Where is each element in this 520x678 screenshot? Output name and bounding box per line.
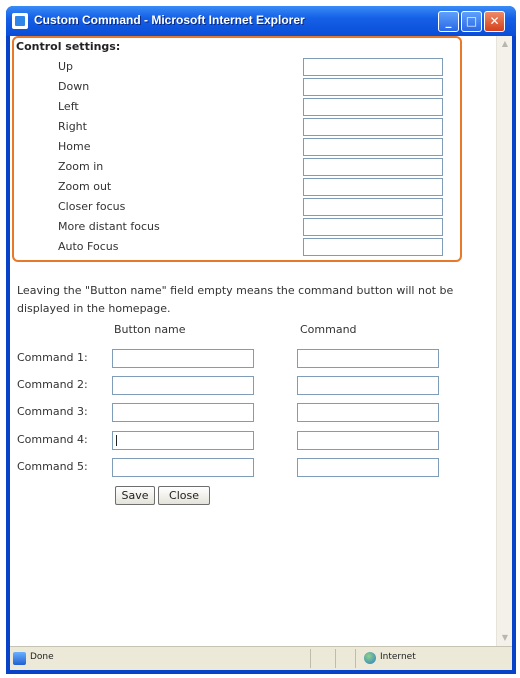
control-input-auto-focus[interactable] (303, 238, 443, 256)
command-column-header: Command (300, 323, 357, 336)
maximize-button[interactable]: □ (461, 11, 482, 32)
control-input-home[interactable] (303, 138, 443, 156)
command-5-button-name-input[interactable] (112, 458, 254, 477)
command-3-button-name-input[interactable] (112, 403, 254, 422)
status-divider (355, 649, 356, 668)
ie-page-icon (13, 652, 26, 665)
control-input-more-distant-focus[interactable] (303, 218, 443, 236)
vertical-scrollbar[interactable]: ▲ ▼ (496, 36, 512, 646)
control-label-left: Left (58, 100, 79, 113)
control-label-right: Right (58, 120, 87, 133)
scroll-down-icon[interactable]: ▼ (497, 630, 513, 646)
command-label-2: Command 2: (17, 378, 88, 391)
command-1-command-input[interactable] (297, 349, 439, 368)
control-label-up: Up (58, 60, 74, 73)
security-zone-label: Internet (380, 652, 416, 662)
status-text: Done (30, 652, 54, 662)
control-label-home: Home (58, 140, 91, 153)
title-bar[interactable]: Custom Command - Microsoft Internet Expl… (6, 6, 516, 36)
status-bar: Done Internet (10, 646, 512, 670)
command-2-command-input[interactable] (297, 376, 439, 395)
control-label-down: Down (58, 80, 90, 93)
close-window-button[interactable]: ✕ (484, 11, 505, 32)
control-input-zoom-in[interactable] (303, 158, 443, 176)
globe-icon (364, 652, 376, 664)
text-caret (116, 435, 117, 446)
command-label-4: Command 4: (17, 433, 88, 446)
command-2-button-name-input[interactable] (112, 376, 254, 395)
window-title: Custom Command - Microsoft Internet Expl… (34, 13, 305, 27)
empty-button-name-note: Leaving the "Button name" field empty me… (17, 284, 454, 315)
command-label-5: Command 5: (17, 460, 88, 473)
command-1-button-name-input[interactable] (112, 349, 254, 368)
command-5-command-input[interactable] (297, 458, 439, 477)
control-label-auto-focus: Auto Focus (58, 240, 119, 253)
page-content: Control settings: Up Down Left Right Hom… (10, 36, 512, 646)
control-label-zoom-in: Zoom in (58, 160, 104, 173)
control-label-more-distant-focus: More distant focus (58, 220, 160, 233)
control-settings-heading: Control settings: (16, 40, 121, 53)
control-input-left[interactable] (303, 98, 443, 116)
close-button[interactable]: Close (158, 486, 210, 505)
control-label-zoom-out: Zoom out (58, 180, 112, 193)
ie-page-icon (12, 13, 28, 29)
command-4-button-name-input[interactable] (112, 431, 254, 450)
command-4-command-input[interactable] (297, 431, 439, 450)
control-input-zoom-out[interactable] (303, 178, 443, 196)
control-input-closer-focus[interactable] (303, 198, 443, 216)
control-input-down[interactable] (303, 78, 443, 96)
command-label-3: Command 3: (17, 405, 88, 418)
command-label-1: Command 1: (17, 351, 88, 364)
status-divider (310, 649, 311, 668)
minimize-button[interactable]: _ (438, 11, 459, 32)
command-3-command-input[interactable] (297, 403, 439, 422)
scroll-up-icon[interactable]: ▲ (497, 36, 513, 52)
status-divider (335, 649, 336, 668)
browser-window: Custom Command - Microsoft Internet Expl… (6, 6, 516, 674)
control-input-right[interactable] (303, 118, 443, 136)
control-input-up[interactable] (303, 58, 443, 76)
control-label-closer-focus: Closer focus (58, 200, 126, 213)
button-name-column-header: Button name (114, 323, 186, 336)
save-button[interactable]: Save (115, 486, 155, 505)
